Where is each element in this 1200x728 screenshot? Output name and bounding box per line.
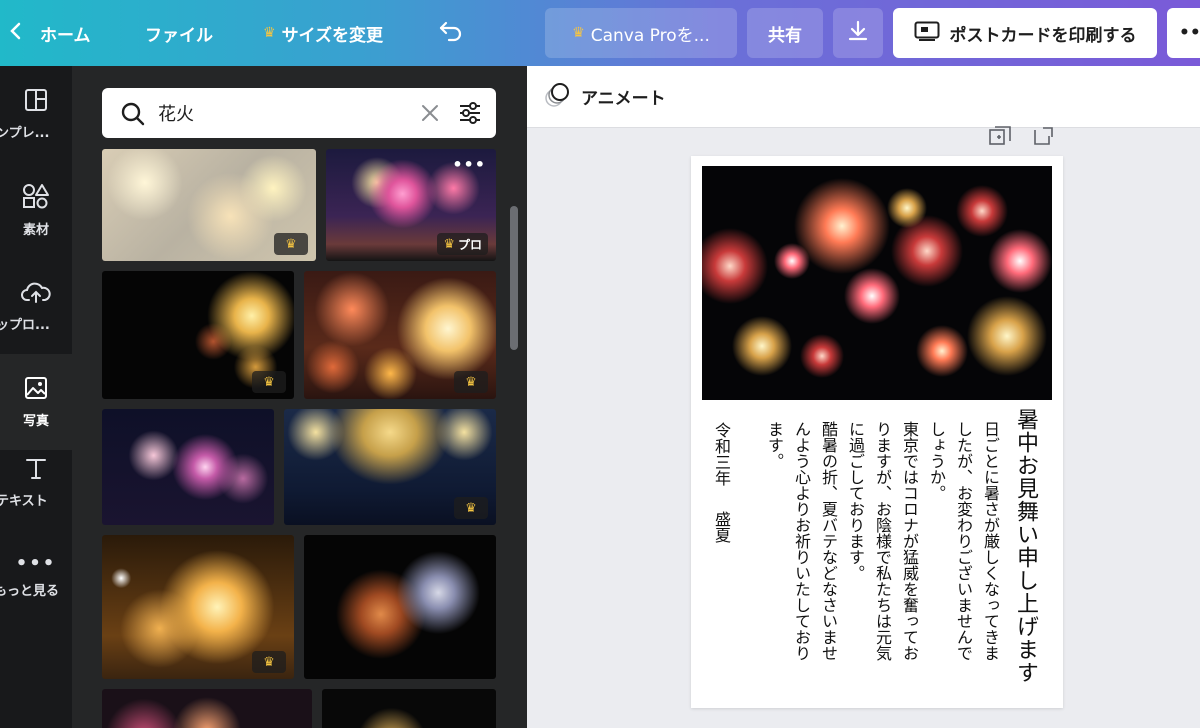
panel-scrollbar[interactable]	[510, 206, 518, 350]
crown-icon: ♛	[572, 25, 585, 41]
photo-thumbnail[interactable]: ••• ♛ プロ	[326, 149, 496, 261]
canva-pro-button[interactable]: ♛ Canva Proを...	[545, 8, 737, 58]
rail-photos-label: 写真	[22, 413, 49, 429]
fireworks-image[interactable]	[702, 166, 1052, 400]
body-line[interactable]: 東京ではコロナが猛威を奮ってお	[900, 421, 919, 661]
photo-thumbnail[interactable]	[322, 689, 496, 728]
top-bar: ホーム ファイル ♛ サイズを変更 ♛ Canva Proを... 共有 ポスト…	[0, 0, 1200, 66]
more-dots-icon: •••	[15, 553, 57, 574]
crown-icon: ♛	[443, 236, 455, 252]
photo-thumbnail[interactable]: ♛	[102, 271, 294, 399]
file-label: ファイル	[145, 25, 213, 46]
photo-thumbnail[interactable]	[102, 689, 312, 728]
print-icon	[914, 21, 940, 46]
print-postcard-button[interactable]: ポストカードを印刷する	[893, 8, 1157, 58]
file-menu[interactable]: ファイル	[145, 0, 213, 66]
premium-badge: ♛	[274, 233, 308, 255]
crown-icon: ♛	[263, 374, 275, 390]
body-line[interactable]: しょうか。	[927, 421, 946, 501]
premium-badge: ♛	[454, 497, 488, 519]
templates-icon	[24, 88, 48, 116]
rail-text-label: テキスト	[0, 493, 48, 509]
date-line[interactable]: 令和三年	[712, 422, 731, 486]
rail-more-label: もっと見る	[0, 584, 60, 599]
photo-thumbnail[interactable]: ♛	[304, 271, 496, 399]
photo-thumbnail[interactable]	[102, 409, 274, 525]
rail-templates-label: ンプレ...	[0, 125, 50, 141]
canva-pro-label: Canva Proを...	[590, 25, 710, 46]
premium-badge: ♛	[454, 371, 488, 393]
clear-icon[interactable]	[420, 103, 440, 127]
crown-icon: ♛	[465, 500, 477, 516]
photo-thumbnail[interactable]	[304, 535, 496, 679]
postcard-page[interactable]: 暑中お見舞い申し上げます 日ごとに暑さが厳しくなってきま したが、お変わりござい…	[691, 156, 1063, 708]
left-rail: ンプレ... 素材 ップロ... 写真 テキスト ••• もっと見る	[0, 66, 72, 728]
home-button[interactable]: ホーム	[8, 0, 91, 66]
more-label: •••	[1179, 23, 1200, 43]
animate-toolbar: アニメート	[527, 66, 1200, 128]
body-line[interactable]: 酷暑の折、夏バテなどなさいませ	[819, 421, 838, 661]
premium-badge: ♛ プロ	[437, 233, 488, 255]
undo-icon	[437, 19, 465, 48]
premium-badge: ♛	[252, 371, 286, 393]
shapes-icon	[22, 183, 50, 213]
photo-thumbnail[interactable]: ♛	[102, 149, 316, 261]
more-options-button[interactable]: •••	[1167, 8, 1200, 58]
undo-button[interactable]	[437, 0, 465, 66]
crown-icon: ♛	[285, 236, 297, 252]
rail-elements-label: 素材	[22, 222, 49, 238]
rail-uploads-label: ップロ...	[0, 317, 50, 333]
rail-text[interactable]: テキスト	[0, 434, 72, 530]
photo-thumbnail[interactable]: ♛	[102, 535, 294, 679]
filter-icon[interactable]	[458, 101, 482, 129]
chevron-left-icon	[8, 22, 24, 45]
rail-templates[interactable]: ンプレ...	[0, 66, 72, 162]
animate-label: アニメート	[581, 89, 666, 109]
share-label: 共有	[768, 25, 802, 46]
rail-elements[interactable]: 素材	[0, 162, 72, 258]
pro-label: プロ	[457, 237, 482, 252]
season-line[interactable]: 盛夏	[712, 511, 731, 543]
photo-thumbnail[interactable]: ♛	[284, 409, 496, 525]
download-button[interactable]	[833, 8, 883, 58]
print-label: ポストカードを印刷する	[949, 25, 1137, 46]
resize-button[interactable]: ♛ サイズを変更	[263, 0, 383, 66]
text-icon	[24, 456, 48, 484]
animate-button[interactable]: アニメート	[543, 80, 666, 114]
search-bar	[102, 88, 496, 138]
crown-icon: ♛	[465, 374, 477, 390]
search-input[interactable]	[156, 98, 406, 128]
duplicate-page-icon[interactable]	[989, 126, 1011, 150]
editor-area: アニメート 暑中お見舞い申し上げます 日ごとに暑さが厳しくなってきま したが、お…	[527, 66, 1200, 728]
image-icon	[24, 376, 48, 404]
greeting-title[interactable]: 暑中お見舞い申し上げます	[1013, 408, 1038, 684]
home-label: ホーム	[40, 25, 91, 46]
search-icon	[120, 101, 146, 131]
body-line[interactable]: したが、お変わりございませんで	[954, 421, 973, 661]
body-line[interactable]: に過ごしております。	[846, 421, 865, 581]
add-page-icon[interactable]	[1033, 126, 1055, 150]
photos-panel: ♛ ••• ♛プロ ♛ ♛ ♛ ♛	[72, 66, 527, 728]
crown-icon: ♛	[263, 654, 275, 670]
more-options-icon[interactable]: •••	[452, 155, 486, 174]
cloud-upload-icon	[21, 280, 51, 308]
body-line[interactable]: りますが、お陰様で私たちは元気	[873, 421, 892, 661]
animate-icon	[543, 80, 573, 114]
rail-uploads[interactable]: ップロ...	[0, 258, 72, 354]
crown-icon: ♛	[263, 25, 276, 41]
share-button[interactable]: 共有	[747, 8, 823, 58]
download-icon	[847, 20, 869, 47]
body-line[interactable]: ます。	[765, 421, 784, 469]
body-line[interactable]: んよう心よりお祈りいたしており	[792, 421, 811, 661]
body-line[interactable]: 日ごとに暑さが厳しくなってきま	[981, 421, 1000, 661]
premium-badge: ♛	[252, 651, 286, 673]
resize-label: サイズを変更	[281, 25, 384, 46]
rail-more[interactable]: ••• もっと見る	[0, 528, 72, 624]
